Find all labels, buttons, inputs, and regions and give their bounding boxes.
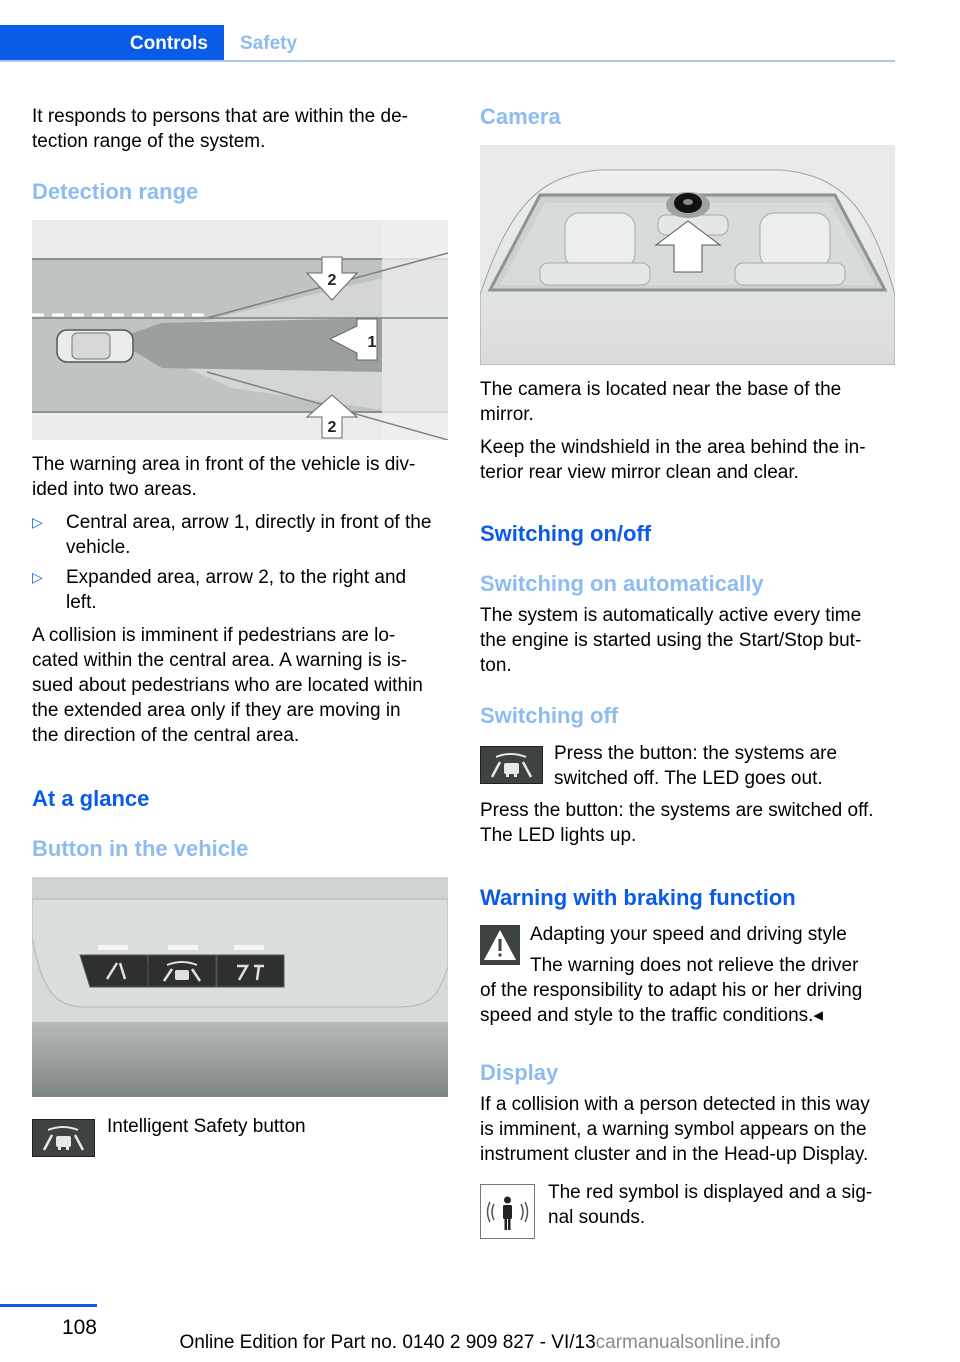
display-heading: Display xyxy=(480,1060,559,1085)
arrow-1-label: 1 xyxy=(368,334,377,351)
warning-area-line-2: ided into two areas. xyxy=(32,479,197,500)
display-line: If a collision with a person detected in… xyxy=(480,1094,870,1115)
detection-range-heading: Detection range xyxy=(32,179,199,204)
triangle-bullet-icon: ▷ xyxy=(32,514,43,530)
intelligent-safety-caption: Intelligent Safety button xyxy=(107,1116,306,1137)
intelligent-safety-button xyxy=(147,954,217,988)
button-panel-figure xyxy=(32,877,448,1097)
edition-text: Online Edition for Part no. 0140 2 909 8… xyxy=(179,1332,596,1353)
auto-line: The system is automatically active every… xyxy=(480,605,862,626)
lane-departure-button xyxy=(79,954,151,988)
collision-line: the direction of the central area. xyxy=(32,725,300,746)
collision-paragraph: A collision is imminent if pedestrians a… xyxy=(32,623,452,748)
braking-line-3: speed and style to the traffic condition… xyxy=(480,1005,823,1026)
collision-line: sued about pedestrians who are located w… xyxy=(32,675,423,696)
collision-line: A collision is imminent if pedestrians a… xyxy=(32,625,396,646)
button-panel-illustration xyxy=(32,877,448,1097)
braking-line-2: of the responsibility to adapt his or he… xyxy=(480,980,863,1001)
auto-paragraph: The system is automatically active every… xyxy=(480,603,900,678)
vehicle-top-view xyxy=(56,329,134,363)
led-1 xyxy=(98,945,128,950)
auto-line: the engine is started using the Start/St… xyxy=(480,630,862,651)
symbol-line-1: The red symbol is displayed and a sig- xyxy=(548,1182,873,1203)
tab-safety[interactable]: Safety xyxy=(240,25,297,62)
arrow-2-top-label: 2 xyxy=(328,272,337,289)
windshield-line-1: Keep the windshield in the area behind t… xyxy=(480,437,866,458)
collision-line: the extended area only if they are movin… xyxy=(32,700,401,721)
camera-heading: Camera xyxy=(480,104,561,129)
warning-triangle-icon xyxy=(480,925,520,965)
pedestrian-warning-icon xyxy=(480,1184,535,1239)
triangle-bullet-icon: ▷ xyxy=(32,569,43,585)
range-end-zone xyxy=(382,220,448,440)
windshield-line-2: terior rear view mirror clean and clear. xyxy=(480,462,799,483)
switching-on-automatically-heading: Switching on automatically xyxy=(480,571,764,596)
camera-line-2: mirror. xyxy=(480,404,534,425)
off-line-1: Press the button: the systems are switch… xyxy=(480,800,874,821)
braking-title: Adapting your speed and driving style xyxy=(530,924,847,945)
watermark-text[interactable]: carmanualsonline.info xyxy=(596,1332,781,1353)
display-line: is imminent, a warning symbol appears on… xyxy=(480,1119,867,1140)
display-paragraph: If a collision with a person detected in… xyxy=(480,1092,900,1167)
camera-line-1: The camera is located near the base of t… xyxy=(480,379,842,400)
bullet-text-line-1: Central area, arrow 1, directly in front… xyxy=(66,512,432,533)
bullet-central-area: ▷ Central area, arrow 1, directly in fro… xyxy=(32,510,452,560)
bullet-text-line-2: left. xyxy=(66,592,97,613)
intro-line-2: tection range of the system. xyxy=(32,131,266,152)
footer-rule xyxy=(0,1304,97,1307)
header-tabs: Controls Safety xyxy=(0,25,895,62)
bullet-expanded-area: ▷ Expanded area, arrow 2, to the right a… xyxy=(32,565,452,615)
warning-area-line-1: The warning area in front of the vehicle… xyxy=(32,454,416,475)
footer-edition: Online Edition for Part no. 0140 2 909 8… xyxy=(0,1330,960,1356)
at-a-glance-heading: At a glance xyxy=(32,786,150,811)
arrow-2-bottom-label: 2 xyxy=(328,419,337,436)
display-line: instrument cluster and in the Head-up Di… xyxy=(480,1144,869,1165)
intelligent-safety-icon xyxy=(480,746,543,784)
camera-location-illustration xyxy=(480,145,895,365)
button-in-vehicle-heading: Button in the vehicle xyxy=(32,836,249,861)
off-icon-line-1: Press the button: the systems are xyxy=(554,743,838,764)
braking-line-1: The warning does not relieve the driver xyxy=(530,955,859,976)
led-2 xyxy=(168,945,198,950)
collision-line: cated within the central area. A warning… xyxy=(32,650,407,671)
warning-braking-heading: Warning with braking function xyxy=(480,885,796,910)
symbol-line-2: nal sounds. xyxy=(548,1207,646,1228)
camera-figure xyxy=(480,145,895,365)
lane-change-button xyxy=(216,954,285,988)
bullet-text-line-2: vehicle. xyxy=(66,537,131,558)
tab-controls[interactable]: Controls xyxy=(0,25,224,62)
switching-on-off-heading: Switching on/off xyxy=(480,521,652,546)
switching-off-heading: Switching off xyxy=(480,703,619,728)
bullet-text-line-1: Expanded area, arrow 2, to the right and xyxy=(66,567,407,588)
intelligent-safety-icon xyxy=(32,1119,95,1157)
intro-line-1: It responds to persons that are within t… xyxy=(32,106,408,127)
auto-line: ton. xyxy=(480,655,512,676)
detection-range-figure: 2 1 2 xyxy=(32,220,448,440)
led-3 xyxy=(234,945,264,950)
off-line-2: The LED lights up. xyxy=(480,825,637,846)
header-rule xyxy=(0,60,895,62)
off-icon-line-2: switched off. The LED goes out. xyxy=(554,768,823,789)
detection-range-diagram: 2 1 2 xyxy=(32,220,448,440)
